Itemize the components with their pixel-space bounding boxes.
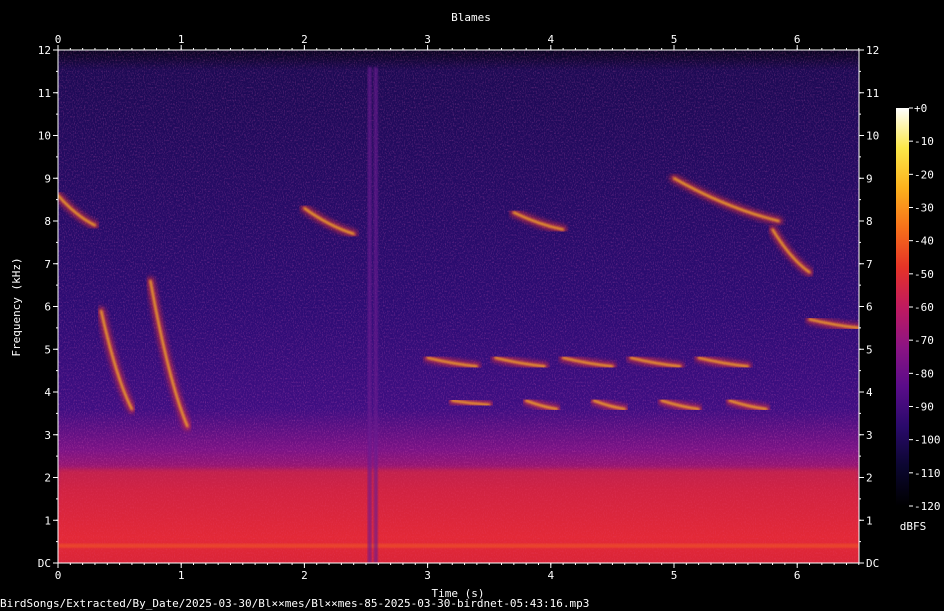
y-tick-label: 12 (38, 44, 51, 57)
file-path: BirdSongs/Extracted/By_Date/2025-03-30/B… (0, 597, 589, 610)
spectrogram-figure: Blames 0123456 0123456 DC123456789101112… (0, 11, 941, 610)
vertical-click (367, 67, 372, 563)
y-tick-label: 2 (866, 472, 873, 485)
x-tick-label: 0 (55, 569, 62, 582)
x-axis-top: 0 1 2 3 4 5 6 (55, 33, 860, 50)
y-tick-label: 11 (38, 87, 51, 100)
colorbar: +0 -10 -20 -30 -40 -50 -60 -70 -80 -90 -100 -110 -12… (896, 102, 941, 533)
y-tick-label: 5 (44, 343, 51, 356)
x-tick-label: 0 (55, 33, 62, 46)
y-tick-label: 10 (38, 130, 51, 143)
x-tick-label: 2 (301, 33, 308, 46)
y-tick-label: 1 (44, 514, 51, 527)
colorbar-tick-label: -20 (914, 168, 934, 181)
colorbar-tick-label: -10 (914, 135, 934, 148)
y-tick-label: 9 (866, 172, 873, 185)
y-tick-label: 6 (44, 301, 51, 314)
x-axis-bottom: 0 1 2 3 4 5 6 (55, 563, 860, 582)
y-tick-label: 1 (866, 514, 873, 527)
colorbar-tick-label: -40 (914, 235, 934, 248)
x-tick-label: 3 (424, 569, 431, 582)
colorbar-tick-label: -80 (914, 367, 934, 380)
y-tick-label: 5 (866, 343, 873, 356)
x-tick-label: 5 (671, 569, 678, 582)
x-tick-label: 4 (547, 569, 554, 582)
x-tick-label: 5 (671, 33, 678, 46)
colorbar-tick-label: -70 (914, 334, 934, 347)
colorbar-tick-label: -60 (914, 301, 934, 314)
y-tick-label: 7 (44, 258, 51, 271)
y-tick-label: 4 (866, 386, 873, 399)
colorbar-ticks: +0 -10 -20 -30 -40 -50 -60 -70 -80 -90 -100 -110 -12… (909, 102, 941, 513)
x-tick-label: 4 (547, 33, 554, 46)
low-frequency-noise-band (58, 468, 859, 563)
colorbar-tick-label: -90 (914, 401, 934, 414)
y-axis-left: DC123456789101112 (38, 44, 58, 570)
colorbar-tick-label: -110 (914, 467, 941, 480)
y-axis-right: DC123456789101112 (859, 44, 879, 570)
colorbar-unit: dBFS (900, 520, 927, 533)
x-tick-label: 6 (794, 33, 801, 46)
y-axis-label: Frequency (kHz) (10, 257, 23, 356)
y-tick-label: 3 (866, 429, 873, 442)
plot-area (58, 50, 859, 563)
y-tick-label: 10 (866, 130, 879, 143)
y-tick-label: 3 (44, 429, 51, 442)
y-tick-label: 2 (44, 472, 51, 485)
y-tick-label: 7 (866, 258, 873, 271)
x-tick-label: 1 (178, 33, 185, 46)
y-tick-label: 6 (866, 301, 873, 314)
y-tick-label: 4 (44, 386, 51, 399)
x-tick-label: 1 (178, 569, 185, 582)
y-tick-label: 11 (866, 87, 879, 100)
y-tick-label: DC (38, 557, 51, 570)
x-tick-label: 6 (794, 569, 801, 582)
y-tick-label: 9 (44, 172, 51, 185)
colorbar-tick-label: -50 (914, 268, 934, 281)
y-tick-label: 8 (866, 215, 873, 228)
colorbar-tick-label: +0 (914, 102, 927, 115)
chart-title: Blames (451, 11, 491, 24)
colorbar-tick-label: -120 (914, 500, 941, 513)
x-tick-label: 2 (301, 569, 308, 582)
y-tick-label: 8 (44, 215, 51, 228)
x-tick-label: 3 (424, 33, 431, 46)
colorbar-scale (896, 108, 909, 506)
colorbar-tick-label: -100 (914, 434, 941, 447)
y-tick-label: 12 (866, 44, 879, 57)
colorbar-tick-label: -30 (914, 202, 934, 215)
y-tick-label: DC (866, 557, 879, 570)
vertical-click (373, 67, 378, 563)
low-frequency-hum-line (58, 543, 859, 548)
